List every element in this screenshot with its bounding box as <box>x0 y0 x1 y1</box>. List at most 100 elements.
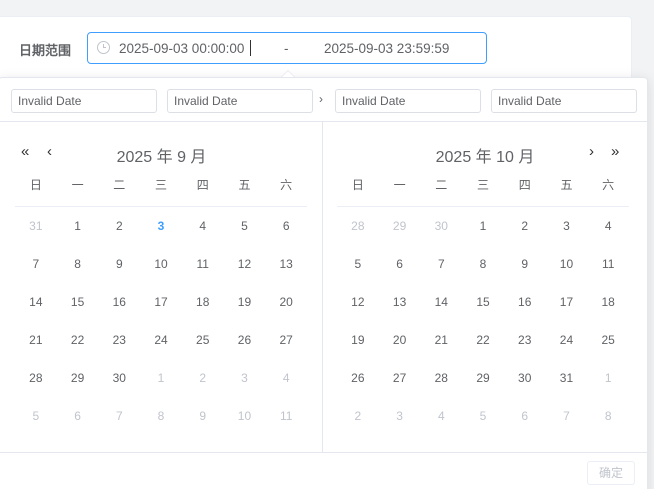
calendar-day[interactable]: 26 <box>337 359 379 397</box>
calendar-day[interactable]: 6 <box>265 207 307 245</box>
calendar-day[interactable]: 21 <box>15 321 57 359</box>
calendar-day[interactable]: 1 <box>462 207 504 245</box>
calendar-day[interactable]: 28 <box>15 359 57 397</box>
calendar-day[interactable]: 17 <box>140 283 182 321</box>
calendar-day[interactable]: 7 <box>15 245 57 283</box>
calendar-day[interactable]: 11 <box>182 245 224 283</box>
calendar-day[interactable]: 29 <box>379 207 421 245</box>
calendar-day[interactable]: 3 <box>224 359 266 397</box>
calendar-day[interactable]: 27 <box>379 359 421 397</box>
calendar-day[interactable]: 23 <box>98 321 140 359</box>
calendar-day[interactable]: 8 <box>462 245 504 283</box>
calendar-day[interactable]: 1 <box>587 359 629 397</box>
range-start-input[interactable]: 2025-09-03 00:00:00 <box>119 41 244 56</box>
calendar-day[interactable]: 12 <box>224 245 266 283</box>
calendar-day[interactable]: 31 <box>546 359 588 397</box>
calendar-day[interactable]: 7 <box>546 397 588 435</box>
calendar-day[interactable]: 18 <box>587 283 629 321</box>
calendar-day[interactable]: 25 <box>587 321 629 359</box>
calendar-day[interactable]: 1 <box>57 207 99 245</box>
calendar-day[interactable]: 17 <box>546 283 588 321</box>
calendar-day[interactable]: 6 <box>504 397 546 435</box>
calendar-day[interactable]: 9 <box>98 245 140 283</box>
calendar-day[interactable]: 27 <box>265 321 307 359</box>
calendar-day[interactable]: 2 <box>98 207 140 245</box>
calendar-day[interactable]: 8 <box>57 245 99 283</box>
calendar-day[interactable]: 16 <box>98 283 140 321</box>
calendar-day[interactable]: 6 <box>57 397 99 435</box>
end-time-input[interactable]: Invalid Date <box>491 89 637 113</box>
weekday-label: 二 <box>435 178 448 192</box>
start-time-input[interactable]: Invalid Date <box>167 89 313 113</box>
calendar-day[interactable]: 24 <box>140 321 182 359</box>
calendar-day[interactable]: 9 <box>504 245 546 283</box>
left-date-grid: 31 1 2 3 4 5 6 7 8 9 10 11 12 13 14 15 16 17 18 19 20 21 22 23 2… <box>15 207 307 435</box>
clock-icon <box>97 41 110 54</box>
calendar-day[interactable]: 7 <box>420 245 462 283</box>
calendar-day[interactable]: 10 <box>224 397 266 435</box>
calendar-day[interactable]: 25 <box>182 321 224 359</box>
calendar-day[interactable]: 30 <box>98 359 140 397</box>
calendar-day[interactable]: 6 <box>379 245 421 283</box>
calendar-day[interactable]: 29 <box>462 359 504 397</box>
calendar-day[interactable]: 5 <box>15 397 57 435</box>
calendar-day[interactable]: 4 <box>182 207 224 245</box>
calendar-day[interactable]: 16 <box>504 283 546 321</box>
calendar-day[interactable]: 15 <box>462 283 504 321</box>
calendar-day[interactable]: 7 <box>98 397 140 435</box>
calendar-day[interactable]: 20 <box>379 321 421 359</box>
weekday-label: 一 <box>71 178 84 192</box>
calendar-day[interactable]: 10 <box>546 245 588 283</box>
calendar-day[interactable]: 31 <box>15 207 57 245</box>
calendar-day[interactable]: 11 <box>587 245 629 283</box>
date-range-input[interactable]: 2025-09-03 00:00:00 - 2025-09-03 23:59:5… <box>87 32 487 64</box>
calendar-day[interactable]: 2 <box>337 397 379 435</box>
calendar-day[interactable]: 22 <box>57 321 99 359</box>
calendar-day[interactable]: 28 <box>420 359 462 397</box>
calendar-day[interactable]: 19 <box>224 283 266 321</box>
calendar-day[interactable]: 12 <box>337 283 379 321</box>
calendar-day[interactable]: 24 <box>546 321 588 359</box>
calendar-day[interactable]: 3 <box>546 207 588 245</box>
calendar-day[interactable]: 13 <box>379 283 421 321</box>
calendar-day[interactable]: 21 <box>420 321 462 359</box>
calendar-day[interactable]: 18 <box>182 283 224 321</box>
calendar-day[interactable]: 1 <box>140 359 182 397</box>
next-year-icon[interactable]: » <box>611 143 619 161</box>
calendar-day[interactable]: 8 <box>140 397 182 435</box>
calendar-day[interactable]: 20 <box>265 283 307 321</box>
calendar-day[interactable]: 4 <box>587 207 629 245</box>
calendar-day[interactable]: 5 <box>224 207 266 245</box>
calendar-day[interactable]: 4 <box>420 397 462 435</box>
weekday-label: 二 <box>113 178 126 192</box>
confirm-button[interactable]: 确定 <box>587 461 635 485</box>
calendar-day[interactable]: 22 <box>462 321 504 359</box>
weekday-label: 四 <box>196 178 209 192</box>
calendar-day[interactable]: 14 <box>15 283 57 321</box>
calendar-day[interactable]: 13 <box>265 245 307 283</box>
calendar-day[interactable]: 19 <box>337 321 379 359</box>
end-date-input[interactable]: Invalid Date <box>335 89 481 113</box>
calendar-day[interactable]: 14 <box>420 283 462 321</box>
calendar-day[interactable]: 8 <box>587 397 629 435</box>
calendar-day[interactable]: 5 <box>337 245 379 283</box>
calendar-day[interactable]: 23 <box>504 321 546 359</box>
calendar-day[interactable]: 10 <box>140 245 182 283</box>
calendar-day[interactable]: 11 <box>265 397 307 435</box>
calendar-day[interactable]: 29 <box>57 359 99 397</box>
next-month-icon[interactable]: › <box>589 143 594 161</box>
start-date-input[interactable]: Invalid Date <box>11 89 157 113</box>
calendar-day[interactable]: 2 <box>504 207 546 245</box>
range-end-input[interactable]: 2025-09-03 23:59:59 <box>324 41 449 56</box>
calendar-day-today[interactable]: 3 <box>140 207 182 245</box>
calendar-day[interactable]: 30 <box>504 359 546 397</box>
calendar-day[interactable]: 15 <box>57 283 99 321</box>
calendar-day[interactable]: 3 <box>379 397 421 435</box>
calendar-day[interactable]: 26 <box>224 321 266 359</box>
calendar-day[interactable]: 28 <box>337 207 379 245</box>
calendar-day[interactable]: 2 <box>182 359 224 397</box>
calendar-day[interactable]: 5 <box>462 397 504 435</box>
calendar-day[interactable]: 30 <box>420 207 462 245</box>
calendar-day[interactable]: 9 <box>182 397 224 435</box>
calendar-day[interactable]: 4 <box>265 359 307 397</box>
